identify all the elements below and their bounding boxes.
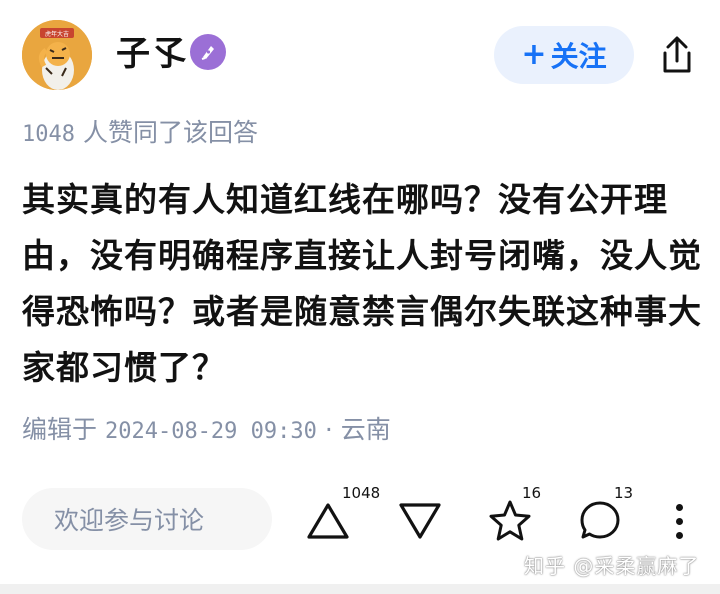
upvote-icon bbox=[307, 503, 349, 539]
upvote-count: 1048 bbox=[342, 484, 381, 502]
downvote-icon bbox=[399, 503, 441, 539]
tiger-avatar-image: 虎年大吉 bbox=[22, 20, 92, 90]
likes-summary: 1048 人赞同了该回答 bbox=[22, 116, 258, 152]
edit-prefix: 编辑于 bbox=[22, 415, 98, 444]
favorite-button[interactable] bbox=[482, 496, 538, 546]
comment-count: 13 bbox=[614, 484, 634, 502]
comment-input[interactable]: 欢迎参与讨论 bbox=[22, 488, 272, 550]
more-dot-icon bbox=[675, 503, 683, 511]
pen-icon-glyph bbox=[201, 46, 214, 60]
edit-info: 编辑于 2024-08-29 09:30 · 云南 bbox=[22, 410, 391, 452]
answer-page: 虎年大吉 子孓 + 关注 1048 人赞同了该回答 其实真的有人知道红线在哪吗？… bbox=[0, 0, 720, 594]
more-dot-icon bbox=[675, 517, 683, 525]
author-avatar[interactable]: 虎年大吉 bbox=[22, 20, 92, 90]
share-icon[interactable] bbox=[652, 30, 702, 80]
comment-bubble-icon bbox=[580, 501, 620, 539]
plus-icon: + bbox=[521, 37, 547, 72]
upvote-button[interactable] bbox=[300, 496, 356, 546]
likes-suffix: 人赞同了该回答 bbox=[82, 118, 258, 147]
comment-button[interactable] bbox=[572, 496, 628, 546]
more-dot-icon bbox=[675, 531, 683, 539]
share-icon-glyph bbox=[663, 36, 691, 73]
pen-icon[interactable] bbox=[190, 34, 226, 70]
star-icon bbox=[489, 500, 531, 541]
answer-content: 其实真的有人知道红线在哪吗？没有公开理由，没有明确程序直接让人封号闭嘴，没人觉得… bbox=[22, 180, 702, 387]
edit-separator: · bbox=[324, 415, 333, 444]
favorite-count: 16 bbox=[522, 484, 542, 502]
edit-time: 2024-08-29 09:30 bbox=[104, 419, 317, 444]
avatar-banner-text: 虎年大吉 bbox=[45, 30, 69, 38]
downvote-button[interactable] bbox=[392, 496, 448, 546]
likes-count: 1048 bbox=[22, 122, 75, 147]
author-name[interactable]: 子孓 bbox=[116, 34, 188, 74]
more-button[interactable] bbox=[664, 496, 694, 546]
follow-label: 关注 bbox=[550, 40, 607, 73]
edit-location: 云南 bbox=[340, 415, 391, 444]
watermark: 知乎 @采柔赢麻了 bbox=[524, 554, 700, 578]
bottom-divider bbox=[0, 584, 720, 594]
follow-button[interactable]: + 关注 bbox=[494, 26, 634, 84]
